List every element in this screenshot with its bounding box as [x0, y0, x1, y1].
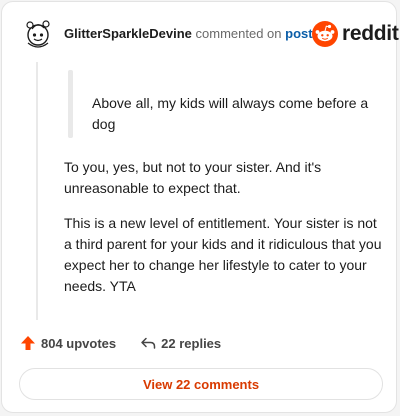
comment-paragraph: This is a new level of entitlement. Your…: [64, 215, 382, 294]
upvote-arrow-icon: [21, 336, 35, 350]
reddit-logo[interactable]: reddit: [312, 21, 399, 47]
reply-count: 22 replies: [161, 335, 222, 351]
reddit-wordmark: reddit: [342, 22, 399, 45]
reply-button[interactable]: 22 replies: [140, 335, 221, 351]
comment-card: GlitterSparkleDevine commented on post r…: [1, 1, 399, 413]
comment-paragraph: To you, yes, but not to your sister. And…: [64, 159, 322, 196]
comment-header: GlitterSparkleDevine commented on post: [64, 26, 313, 41]
thread-line: [36, 62, 38, 320]
reddit-logo-icon: [312, 21, 338, 47]
snoo-avatar-icon[interactable]: [22, 17, 54, 49]
upvote-button[interactable]: 804 upvotes: [20, 335, 116, 351]
quote-bar: [68, 70, 73, 138]
view-comments-button[interactable]: View 22 comments: [19, 368, 383, 400]
reply-arrow-icon: [141, 337, 156, 349]
comment-actions: 804 upvotes 22 replies: [20, 335, 221, 351]
post-link[interactable]: post: [285, 26, 312, 41]
upvote-count: 804 upvotes: [41, 335, 117, 351]
quoted-text: Above all, my kids will always come befo…: [92, 95, 369, 132]
comment-action-text: commented on: [195, 26, 282, 41]
username[interactable]: GlitterSparkleDevine: [64, 26, 192, 41]
